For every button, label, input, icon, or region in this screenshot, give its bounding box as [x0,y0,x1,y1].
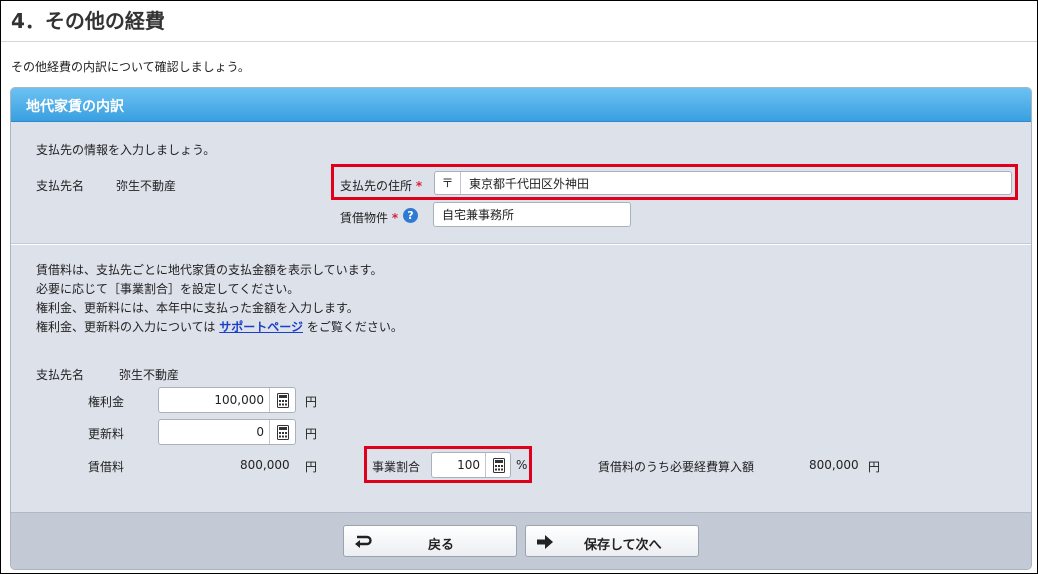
property-label-text: 賃借物件 [340,211,389,225]
title-divider [1,41,1037,42]
help-icon[interactable]: ? [403,208,418,223]
detail-payee-name-label: 支払先名 [36,368,85,382]
note-line-4-prefix: 権利金、更新料の入力については [36,320,216,334]
business-ratio-input[interactable] [432,453,486,477]
note-line-2: 必要に応じて［事業割合］を設定してください。 [36,282,300,296]
panel-title: 地代家賃の内訳 [26,99,124,115]
panel-header: 地代家賃の内訳 [11,88,1031,122]
footer-bar: 戻る 保存して次へ [11,512,1031,569]
address-field: 〒 [434,171,1012,195]
key-money-yen-unit: 円 [305,395,318,409]
back-button-label: 戻る [428,538,455,553]
renewal-fee-field [158,419,296,445]
rent-label: 賃借料 [88,460,125,474]
property-label: 賃借物件 * [340,209,398,226]
payee-name-label: 支払先名 [36,179,85,193]
save-next-button[interactable]: 保存して次へ [525,525,699,557]
percent-unit: % [516,458,528,472]
postal-mark-icon: 〒 [435,172,461,194]
key-money-input[interactable] [159,388,270,412]
address-label-text: 支払先の住所 [340,179,413,193]
property-input[interactable] [433,202,631,227]
page-intro: その他経費の内訳について確認しましょう。 [11,60,250,74]
rent-yen-unit: 円 [305,460,318,474]
support-page-link[interactable]: サポートページ [219,320,303,334]
renewal-fee-yen-unit: 円 [305,427,318,441]
calculator-icon[interactable] [269,420,295,444]
section-divider-highlight [11,244,1031,245]
payee-name-value: 弥生不動産 [116,179,177,193]
app-window: 4．その他の経費 その他経費の内訳について確認しましょう。 地代家賃の内訳 支払… [0,0,1038,574]
key-money-field [158,387,296,413]
required-mark: * [415,179,423,193]
rent-value: 800,000 [240,458,290,472]
renewal-fee-input[interactable] [159,420,270,444]
detail-payee-name-value: 弥生不動産 [119,368,180,382]
right-arrow-icon [536,534,554,554]
note-line-4-suffix: をご覧ください。 [306,320,403,334]
return-arrow-icon [354,534,372,554]
calculator-icon[interactable] [485,453,511,477]
address-label: 支払先の住所 * [340,177,422,194]
payee-instruction: 支払先の情報を入力しましょう。 [36,143,216,157]
expense-value: 800,000 [809,458,859,472]
renewal-fee-label: 更新料 [88,427,125,441]
note-line-4: 権利金、更新料の入力については サポートページ をご覧ください。 [36,318,403,335]
rent-breakdown-panel: 地代家賃の内訳 支払先の情報を入力しましょう。 支払先名 弥生不動産 支払先の住… [10,87,1032,570]
required-mark: * [391,211,399,225]
page-title: 4．その他の経費 [11,9,165,33]
address-input[interactable] [461,172,1009,194]
key-money-label: 権利金 [88,395,125,409]
back-button[interactable]: 戻る [343,525,517,557]
business-ratio-field [431,452,511,478]
expense-label: 賃借料のうち必要経費算入額 [598,460,755,474]
note-line-3: 権利金、更新料には、本年中に支払った金額を入力します。 [36,301,359,315]
expense-yen-unit: 円 [868,460,881,474]
calculator-icon[interactable] [269,388,295,412]
save-next-button-label: 保存して次へ [584,538,662,553]
business-ratio-label: 事業割合 [372,460,421,474]
note-line-1: 賃借料は、支払先ごとに地代家賃の支払金額を表示しています。 [36,263,383,277]
